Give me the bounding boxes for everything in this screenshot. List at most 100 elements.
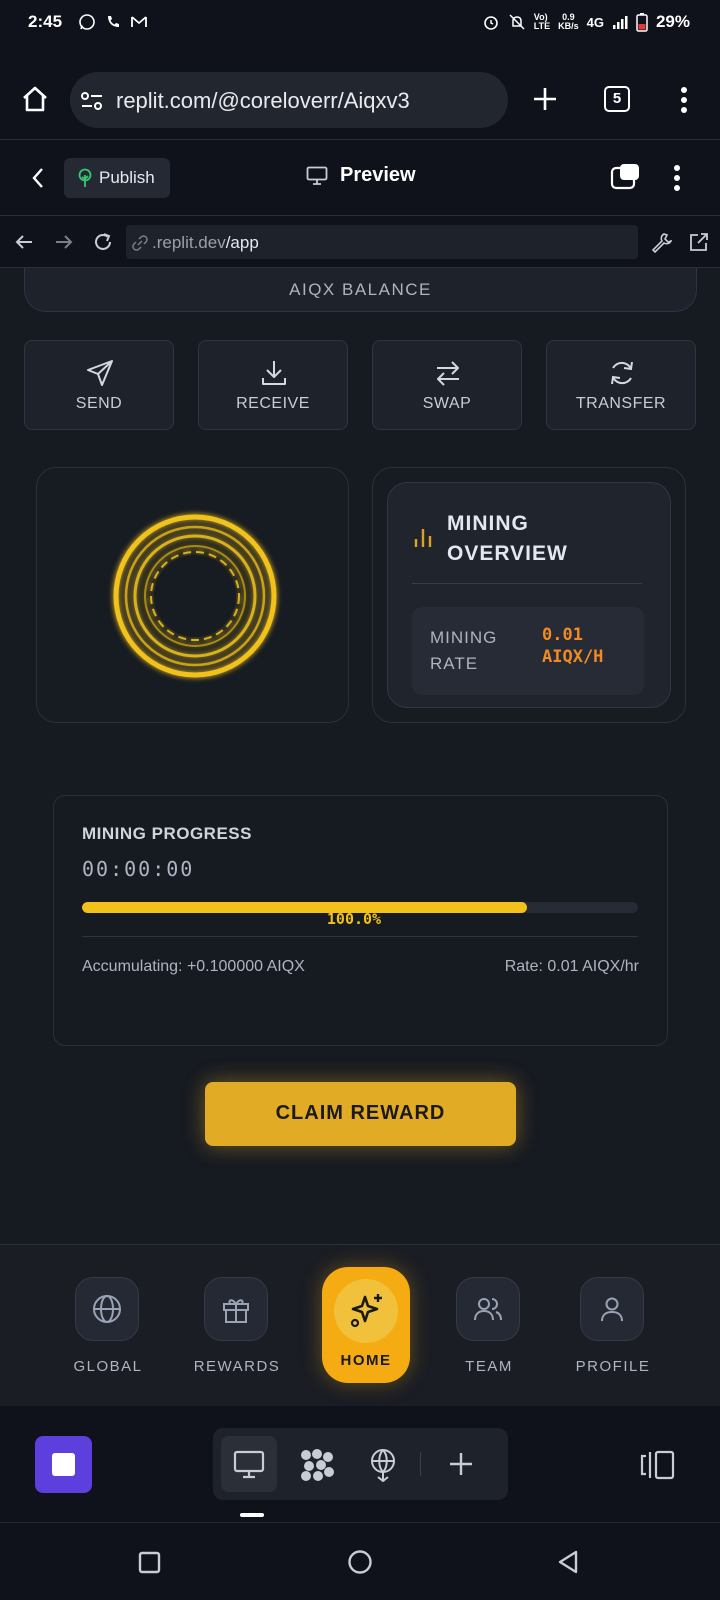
publish-label: Publish: [99, 168, 155, 187]
mining-rate-value: 0.01 AIQX/H: [542, 625, 604, 667]
nav-forward-icon[interactable]: [54, 232, 74, 252]
wrench-icon[interactable]: [650, 231, 672, 253]
deploy-icon[interactable]: [368, 1448, 398, 1482]
swap-label: SWAP: [422, 395, 472, 412]
claim-reward-label: CLAIM REWARD: [275, 1102, 446, 1124]
panel-layout-icon[interactable]: [640, 1450, 676, 1480]
agent-icon[interactable]: [299, 1448, 335, 1482]
mining-progress-card: MINING PROGRESS 00:00:00 100.0% Accumula…: [53, 795, 668, 1046]
battery-percent: 29%: [655, 12, 690, 31]
back-chevron-icon[interactable]: [30, 166, 46, 190]
swap-icon: [437, 361, 459, 386]
alarm-icon: [483, 16, 498, 30]
open-external-icon[interactable]: [688, 231, 710, 253]
battery-icon: [636, 13, 648, 32]
accumulating-text: Accumulating: +0.100000 AIQX: [82, 958, 305, 975]
replit-bottom-bar: [0, 1406, 720, 1522]
status-bar: 2:45 Vo) LTE 0.9 KB/s 4G 29%: [0, 0, 720, 46]
link-icon: [132, 235, 148, 251]
gift-icon: [223, 1299, 249, 1323]
status-indicators: Vo) LTE 0.9 KB/s 4G 29%: [482, 12, 690, 32]
data-speed: 0.9 KB/s: [558, 13, 579, 31]
active-tool-indicator: [240, 1513, 264, 1517]
mining-overview-card: MINING OVERVIEW MINING RATE 0.01 AIQX/H: [372, 467, 686, 723]
workspace-tools: [213, 1428, 508, 1500]
overview-divider: [412, 583, 642, 584]
transfer-label: TRANSFER: [575, 395, 667, 412]
stop-icon: [52, 1453, 75, 1476]
mining-overview-title: MINING OVERVIEW: [447, 512, 568, 565]
nav-back-icon[interactable]: [14, 232, 34, 252]
preview-tab[interactable]: Preview: [306, 164, 416, 187]
rate-text: Rate: 0.01 AIQX/hr: [504, 958, 639, 975]
site-settings-icon[interactable]: [80, 90, 104, 112]
tab-switcher-button[interactable]: 5: [604, 86, 630, 112]
mining-progress-title: MINING PROGRESS: [82, 824, 252, 843]
preview-label: Preview: [340, 164, 416, 186]
tabs-overview-icon[interactable]: [610, 162, 642, 192]
mining-rate-box: MINING RATE 0.01 AIQX/H: [412, 607, 644, 695]
balance-label: AIQX BALANCE: [289, 280, 432, 299]
progress-divider: [82, 936, 638, 937]
home-icon[interactable]: [20, 84, 50, 114]
stop-button[interactable]: [35, 1436, 92, 1493]
address-url[interactable]: replit.com/@coreloverr/Aiqxv3: [116, 88, 410, 114]
preview-nav-bar: .replit.dev/app: [0, 216, 720, 268]
new-tab-icon[interactable]: [532, 86, 558, 112]
users-icon: [474, 1298, 502, 1321]
whatsapp-icon: [79, 14, 95, 30]
nav-global-label: GLOBAL: [73, 1358, 143, 1375]
status-time: 2:45: [28, 12, 63, 31]
nav-home[interactable]: HOME: [322, 1267, 410, 1383]
add-tool-icon[interactable]: [447, 1450, 475, 1478]
notification-icons: [78, 13, 148, 31]
publish-button[interactable]: Publish: [64, 158, 170, 198]
address-bar[interactable]: replit.com/@coreloverr/Aiqxv3: [70, 72, 508, 128]
mining-ring-card[interactable]: [36, 467, 349, 723]
recents-icon[interactable]: [138, 1551, 162, 1575]
mining-ring-graphic[interactable]: [105, 506, 285, 686]
desktop-preview-icon[interactable]: [233, 1450, 265, 1480]
reload-icon[interactable]: [92, 231, 114, 253]
globe-icon: [93, 1295, 121, 1323]
bar-chart-icon: [414, 529, 432, 547]
swap-button[interactable]: SWAP: [372, 340, 522, 430]
back-triangle-icon[interactable]: [556, 1549, 580, 1575]
mute-icon: [509, 14, 525, 30]
download-icon: [262, 361, 286, 385]
mining-overview-panel: MINING OVERVIEW MINING RATE 0.01 AIQX/H: [387, 482, 671, 708]
replit-menu-icon[interactable]: [673, 164, 681, 192]
network-type: 4G: [586, 14, 604, 30]
preview-url-field[interactable]: .replit.dev/app: [126, 225, 638, 259]
receive-button[interactable]: RECEIVE: [198, 340, 348, 430]
bottom-nav: GLOBAL REWARDS HOME TEAM PROFILE: [0, 1244, 720, 1406]
transfer-button[interactable]: TRANSFER: [546, 340, 696, 430]
sparkles-icon: [350, 1294, 382, 1328]
user-icon: [601, 1297, 623, 1322]
balance-card: AIQX BALANCE: [24, 268, 697, 312]
app-content: AIQX BALANCE SEND RECEIVE SWAP TRANSFER: [0, 268, 720, 1244]
signal-icon: [612, 16, 628, 29]
preview-url-text: .replit.dev/app: [152, 233, 259, 253]
browser-toolbar: replit.com/@coreloverr/Aiqxv3 5: [0, 46, 720, 140]
nav-team-label: TEAM: [465, 1358, 513, 1375]
claim-reward-button[interactable]: CLAIM REWARD: [205, 1082, 516, 1146]
nav-home-label: HOME: [340, 1352, 392, 1369]
mining-rate-label: MINING RATE: [430, 628, 498, 673]
home-circle-icon[interactable]: [347, 1549, 373, 1575]
browser-menu-icon[interactable]: [680, 86, 688, 114]
data-speed-unit: KB/s: [558, 21, 579, 31]
refresh-icon: [611, 361, 633, 385]
missed-call-icon: [108, 16, 119, 27]
volte-icon: Vo) LTE: [533, 12, 551, 31]
nav-rewards-label: REWARDS: [193, 1358, 281, 1375]
tool-divider: [420, 1452, 421, 1476]
replit-toolbar: Publish Preview: [0, 140, 720, 216]
gmail-icon: [131, 16, 147, 27]
monitor-icon: [306, 166, 328, 185]
send-button[interactable]: SEND: [24, 340, 174, 430]
send-label: SEND: [75, 395, 123, 412]
progress-percent: 100.0%: [326, 910, 382, 928]
send-icon: [87, 360, 113, 386]
system-nav-bar: [0, 1522, 720, 1600]
